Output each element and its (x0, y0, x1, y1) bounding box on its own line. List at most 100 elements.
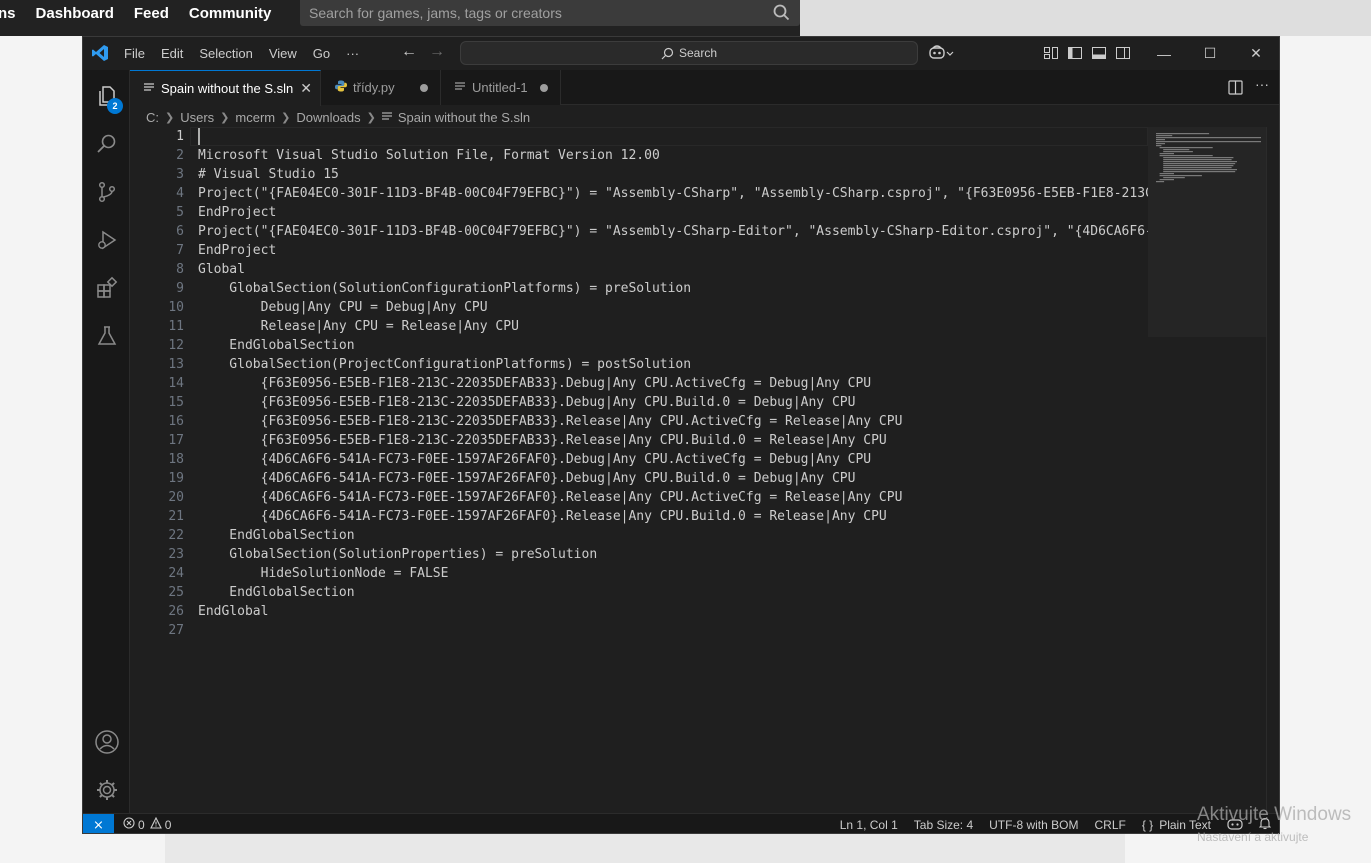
cursor-position[interactable]: Ln 1, Col 1 (840, 818, 898, 832)
menu-go[interactable]: Go (305, 46, 338, 61)
search-icon[interactable] (83, 120, 130, 168)
file-encoding[interactable]: UTF-8 with BOM (989, 818, 1078, 832)
line-number: 18 (168, 452, 184, 467)
code-line[interactable]: HideSolutionNode = FALSE (198, 564, 1148, 583)
line-number: 27 (168, 623, 184, 638)
code-line[interactable]: {F63E0956-E5EB-F1E8-213C-22035DEFAB33}.D… (198, 374, 1148, 393)
explorer-icon[interactable]: 2 (83, 72, 130, 120)
maximize-button[interactable]: ☐ (1187, 37, 1233, 70)
line-number: 2 (176, 148, 184, 163)
code-lines[interactable]: Microsoft Visual Studio Solution File, F… (198, 127, 1148, 640)
problems-indicator[interactable]: 0 0 (123, 816, 171, 832)
end-of-line[interactable]: CRLF (1094, 818, 1125, 832)
vscode-window: File Edit Selection View Go ··· ← → Sear… (82, 36, 1280, 834)
line-number: 25 (168, 585, 184, 600)
site-nav-feed[interactable]: Feed (134, 5, 169, 22)
explorer-badge: 2 (107, 98, 123, 114)
accounts-icon[interactable] (83, 718, 130, 766)
code-line[interactable]: Project("{FAE04EC0-301F-11D3-BF4B-00C04F… (198, 184, 1148, 203)
close-button[interactable]: ✕ (1233, 37, 1279, 70)
site-nav-dashboard[interactable]: Dashboard (36, 5, 114, 22)
code-line[interactable]: EndProject (198, 203, 1148, 222)
site-search-input[interactable]: Search for games, jams, tags or creators (300, 0, 800, 26)
site-nav: ns Dashboard Feed Community (0, 0, 291, 26)
minimap-slider[interactable] (1148, 127, 1266, 337)
minimize-button[interactable]: — (1141, 37, 1187, 70)
code-line[interactable]: {4D6CA6F6-541A-FC73-F0EE-1597AF26FAF0}.D… (198, 450, 1148, 469)
code-line[interactable]: Project("{FAE04EC0-301F-11D3-BF4B-00C04F… (198, 222, 1148, 241)
toggle-secondary-sidebar-icon[interactable] (1115, 45, 1131, 61)
site-search-placeholder: Search for games, jams, tags or creators (309, 5, 562, 21)
chevron-right-icon: ❯ (366, 111, 376, 124)
menu-selection[interactable]: Selection (191, 46, 260, 61)
toggle-panel-icon[interactable] (1091, 45, 1107, 61)
tab-tridy-py[interactable]: třídy.py (321, 70, 441, 105)
customize-layout-icon[interactable] (1043, 45, 1059, 61)
breadcrumb-item[interactable]: mcerm (235, 110, 275, 125)
breadcrumb: C: ❯ Users ❯ mcerm ❯ Downloads ❯ Spain w… (146, 107, 530, 127)
line-number: 15 (168, 395, 184, 410)
code-line[interactable]: GlobalSection(SolutionConfigurationPlatf… (198, 279, 1148, 298)
code-line[interactable]: {F63E0956-E5EB-F1E8-213C-22035DEFAB33}.R… (198, 431, 1148, 450)
testing-icon[interactable] (83, 312, 130, 360)
line-number: 20 (168, 490, 184, 505)
tab-size[interactable]: Tab Size: 4 (914, 818, 973, 832)
vertical-scrollbar[interactable] (1266, 127, 1279, 813)
code-line[interactable]: GlobalSection(SolutionProperties) = preS… (198, 545, 1148, 564)
code-line[interactable]: EndGlobalSection (198, 336, 1148, 355)
breadcrumb-item[interactable]: C: (146, 110, 159, 125)
code-line[interactable]: Global (198, 260, 1148, 279)
search-icon[interactable] (773, 4, 790, 26)
code-line[interactable]: EndProject (198, 241, 1148, 260)
line-number: 6 (176, 224, 184, 239)
site-nav-community[interactable]: Community (189, 5, 272, 22)
line-number: 7 (176, 243, 184, 258)
breadcrumb-item[interactable]: Downloads (296, 110, 360, 125)
menu-more[interactable]: ··· (338, 46, 367, 61)
command-center-label: Search (678, 46, 718, 60)
gear-icon[interactable] (83, 766, 130, 814)
menu-edit[interactable]: Edit (153, 46, 191, 61)
command-center-search[interactable]: Search (460, 41, 918, 65)
breadcrumb-item[interactable]: Users (180, 110, 214, 125)
toggle-primary-sidebar-icon[interactable] (1067, 45, 1083, 61)
source-control-icon[interactable] (83, 168, 130, 216)
code-line[interactable] (198, 621, 1148, 640)
split-editor-icon[interactable] (1228, 80, 1243, 100)
menu-file[interactable]: File (116, 46, 153, 61)
more-actions-icon[interactable]: ··· (1255, 76, 1269, 92)
tab-spain-without-the-s[interactable]: Spain without the S.sln ✕ (130, 70, 321, 106)
site-header: ns Dashboard Feed Community Search for g… (0, 0, 1371, 36)
code-line[interactable] (198, 127, 1148, 146)
code-line[interactable]: Microsoft Visual Studio Solution File, F… (198, 146, 1148, 165)
code-editor[interactable]: 1 2 3 4 5 6 7 8 9 10 11 12 13 14 15 16 17 18 19 20 21 22 23 24 2… (130, 127, 1148, 813)
tab-untitled-1[interactable]: Untitled-1 (441, 70, 561, 105)
close-icon[interactable]: ✕ (300, 80, 312, 97)
breadcrumb-item[interactable]: Spain without the S.sln (398, 110, 530, 125)
code-line[interactable]: EndGlobalSection (198, 526, 1148, 545)
copilot-icon[interactable] (929, 44, 955, 67)
vscode-logo-icon (91, 44, 109, 67)
unsaved-dot-icon[interactable] (540, 84, 548, 92)
code-line[interactable]: {F63E0956-E5EB-F1E8-213C-22035DEFAB33}.D… (198, 393, 1148, 412)
menu-view[interactable]: View (261, 46, 305, 61)
code-line[interactable]: GlobalSection(ProjectConfigurationPlatfo… (198, 355, 1148, 374)
minimap[interactable] (1148, 127, 1266, 813)
run-debug-icon[interactable] (83, 216, 130, 264)
code-line[interactable]: # Visual Studio 15 (198, 165, 1148, 184)
code-line[interactable]: {F63E0956-E5EB-F1E8-213C-22035DEFAB33}.R… (198, 412, 1148, 431)
code-line[interactable]: {4D6CA6F6-541A-FC73-F0EE-1597AF26FAF0}.D… (198, 469, 1148, 488)
code-line[interactable]: EndGlobal (198, 602, 1148, 621)
code-line[interactable]: Release|Any CPU = Release|Any CPU (198, 317, 1148, 336)
extensions-icon[interactable] (83, 264, 130, 312)
line-number: 21 (168, 509, 184, 524)
arrow-right-icon[interactable]: → (429, 43, 445, 61)
remote-indicator-icon[interactable]: ⨯ (83, 814, 114, 833)
code-line[interactable]: {4D6CA6F6-541A-FC73-F0EE-1597AF26FAF0}.R… (198, 507, 1148, 526)
site-nav-partial[interactable]: ns (0, 5, 16, 22)
unsaved-dot-icon[interactable] (420, 84, 428, 92)
code-line[interactable]: {4D6CA6F6-541A-FC73-F0EE-1597AF26FAF0}.R… (198, 488, 1148, 507)
code-line[interactable]: Debug|Any CPU = Debug|Any CPU (198, 298, 1148, 317)
arrow-left-icon[interactable]: ← (401, 43, 417, 61)
code-line[interactable]: EndGlobalSection (198, 583, 1148, 602)
